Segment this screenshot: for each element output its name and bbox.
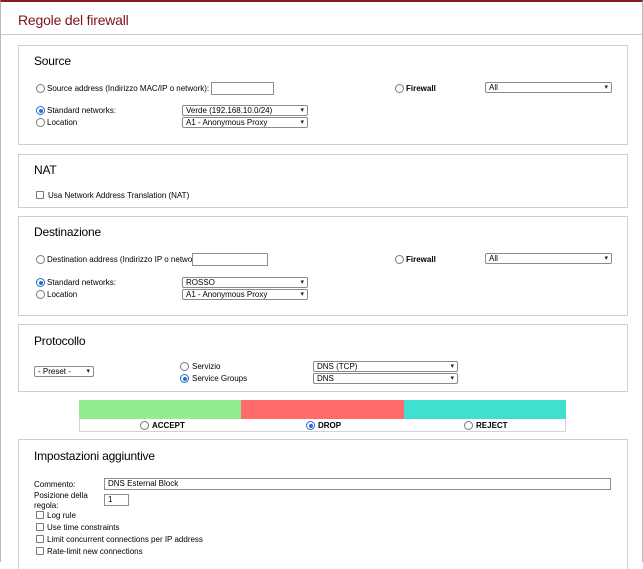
destination-location-value: A1 - Anonymous Proxy [186, 290, 268, 299]
drop-label: DROP [318, 421, 342, 430]
service-groups-select[interactable]: DNS ▾ [313, 373, 458, 384]
chevron-down-icon: ▾ [604, 84, 608, 91]
source-location-value: A1 - Anonymous Proxy [186, 118, 268, 127]
source-standard-label: Standard networks: [47, 106, 116, 115]
destination-standard-radio[interactable] [36, 278, 45, 287]
chevron-down-icon: ▾ [300, 291, 304, 298]
comment-label: Commento: [34, 480, 76, 489]
nat-section: NAT Usa Network Address Translation (NAT… [18, 154, 628, 208]
destination-standard-select[interactable]: ROSSO ▾ [182, 277, 308, 288]
log-rule-checkbox[interactable] [36, 511, 44, 519]
source-address-radio[interactable] [36, 84, 45, 93]
destination-location-label: Location [47, 290, 78, 299]
source-location-select[interactable]: A1 - Anonymous Proxy ▾ [182, 117, 308, 128]
drop-color-bar [241, 400, 404, 419]
service-radio[interactable] [180, 362, 189, 371]
reject-color-bar [404, 400, 566, 419]
nat-checkbox[interactable] [36, 191, 44, 199]
protocol-section: Protocollo - Preset - ▾ Servizio DNS (TC… [18, 324, 628, 392]
destination-address-radio[interactable] [36, 255, 45, 264]
concurrent-limit-label: Limit concurrent connections per IP addr… [47, 535, 203, 544]
source-standard-value: Verde (192.168.10.0/24) [186, 106, 273, 115]
source-firewall-radio[interactable] [395, 84, 404, 93]
destination-title: Destinazione [34, 225, 101, 239]
accept-label: ACCEPT [152, 421, 185, 430]
destination-section: Destinazione Destination address (Indiri… [18, 216, 628, 316]
log-rule-label: Log rule [47, 511, 76, 520]
preset-select[interactable]: - Preset - ▾ [34, 366, 94, 377]
destination-firewall-select[interactable]: All ▾ [485, 253, 612, 264]
source-standard-select[interactable]: Verde (192.168.10.0/24) ▾ [182, 105, 308, 116]
reject-label: REJECT [476, 421, 508, 430]
source-location-label: Location [47, 118, 78, 127]
chevron-down-icon: ▾ [450, 363, 454, 370]
destination-firewall-label: Firewall [406, 255, 436, 264]
title-divider [1, 34, 642, 35]
extra-settings-title: Impostazioni aggiuntive [34, 449, 155, 463]
position-label-line1: Posizione della [34, 491, 88, 500]
accept-radio[interactable] [140, 421, 149, 430]
nat-label: Usa Network Address Translation (NAT) [48, 191, 190, 200]
destination-standard-value: ROSSO [186, 278, 215, 287]
chevron-down-icon: ▾ [450, 375, 454, 382]
reject-radio[interactable] [464, 421, 473, 430]
source-address-label: Source address (Indirizzo MAC/IP o netwo… [47, 84, 210, 93]
source-standard-radio[interactable] [36, 106, 45, 115]
time-constraints-label: Use time constraints [47, 523, 120, 532]
time-constraints-checkbox[interactable] [36, 523, 44, 531]
service-groups-radio[interactable] [180, 374, 189, 383]
source-location-radio[interactable] [36, 118, 45, 127]
destination-address-input[interactable] [192, 253, 268, 266]
drop-radio[interactable] [306, 421, 315, 430]
destination-location-radio[interactable] [36, 290, 45, 299]
source-section: Source Source address (Indirizzo MAC/IP … [18, 45, 628, 145]
chevron-down-icon: ▾ [300, 279, 304, 286]
preset-value: - Preset - [38, 367, 71, 376]
concurrent-limit-checkbox[interactable] [36, 535, 44, 543]
rate-limit-checkbox[interactable] [36, 547, 44, 555]
destination-location-select[interactable]: A1 - Anonymous Proxy ▾ [182, 289, 308, 300]
page-title: Regole del firewall [18, 12, 129, 28]
extra-settings-section: Impostazioni aggiuntive Commento: DNS Es… [18, 439, 628, 569]
chevron-down-icon: ▾ [604, 255, 608, 262]
protocol-title: Protocollo [34, 334, 86, 348]
service-value: DNS (TCP) [317, 362, 358, 371]
comment-input[interactable]: DNS Esternal Block [104, 478, 611, 490]
source-firewall-label: Firewall [406, 84, 436, 93]
destination-firewall-value: All [489, 254, 498, 263]
source-firewall-value: All [489, 83, 498, 92]
destination-standard-label: Standard networks: [47, 278, 116, 287]
nat-title: NAT [34, 163, 57, 177]
service-select[interactable]: DNS (TCP) ▾ [313, 361, 458, 372]
destination-address-label: Destination address (Indirizzo IP o netw… [47, 255, 204, 264]
chevron-down-icon: ▾ [300, 119, 304, 126]
chevron-down-icon: ▾ [300, 107, 304, 114]
destination-firewall-radio[interactable] [395, 255, 404, 264]
accept-color-bar [79, 400, 241, 419]
source-firewall-select[interactable]: All ▾ [485, 82, 612, 93]
service-label: Servizio [192, 362, 221, 371]
position-label-line2: regola: [34, 501, 59, 510]
service-groups-value: DNS [317, 374, 334, 383]
service-groups-label: Service Groups [192, 374, 248, 383]
position-input[interactable]: 1 [104, 494, 129, 506]
rate-limit-label: Rate-limit new connections [47, 547, 143, 556]
source-title: Source [34, 54, 71, 68]
chevron-down-icon: ▾ [86, 368, 90, 375]
source-address-input[interactable] [211, 82, 274, 95]
